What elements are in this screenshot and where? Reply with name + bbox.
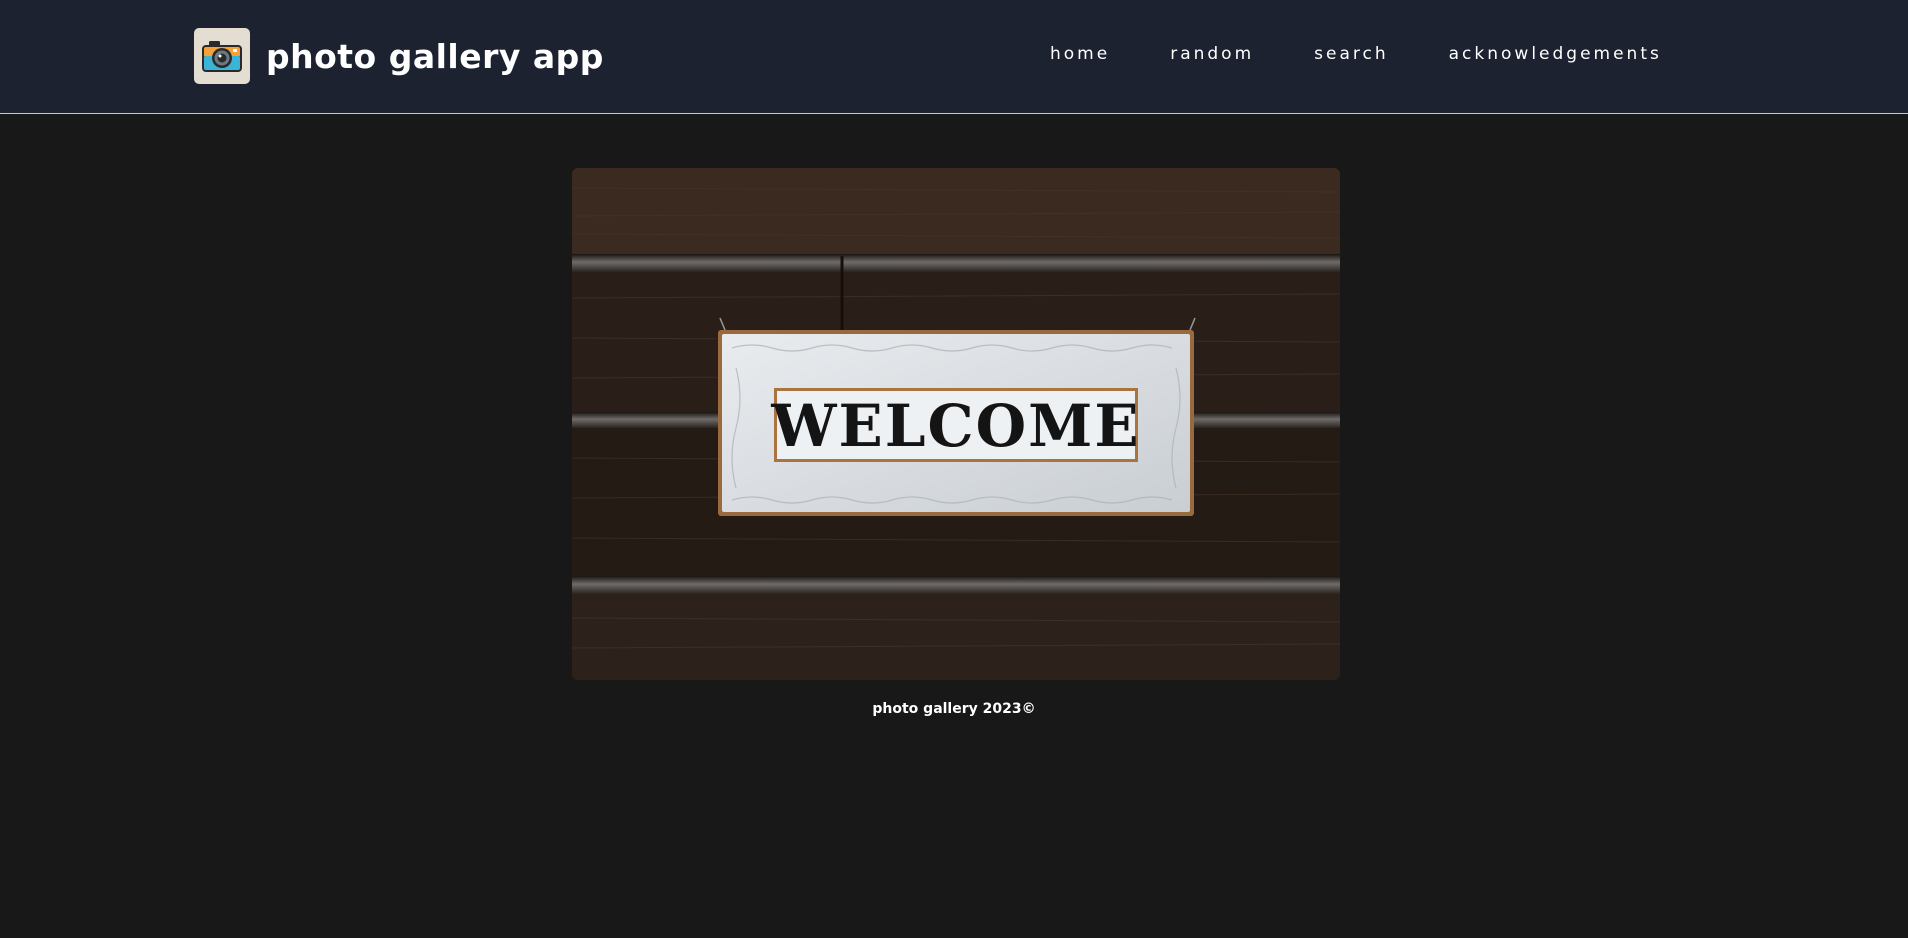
sign-text: WELCOME — [770, 392, 1140, 460]
nav-acknowledgements-link[interactable]: acknowledgements — [1449, 44, 1662, 64]
footer-copyright: photo gallery 2023© — [872, 701, 1036, 717]
main-nav: home random search acknowledgements — [1050, 44, 1662, 64]
app-title: photo gallery app — [266, 36, 604, 76]
camera-icon — [194, 28, 250, 84]
featured-photo[interactable]: WELCOME — [572, 168, 1340, 680]
nav-random-link[interactable]: random — [1170, 44, 1254, 64]
nav-home-link[interactable]: home — [1050, 44, 1110, 64]
brand-link[interactable]: photo gallery app — [194, 28, 604, 84]
site-header: photo gallery app home random search ack… — [0, 0, 1908, 114]
nav-search-link[interactable]: search — [1314, 44, 1388, 64]
